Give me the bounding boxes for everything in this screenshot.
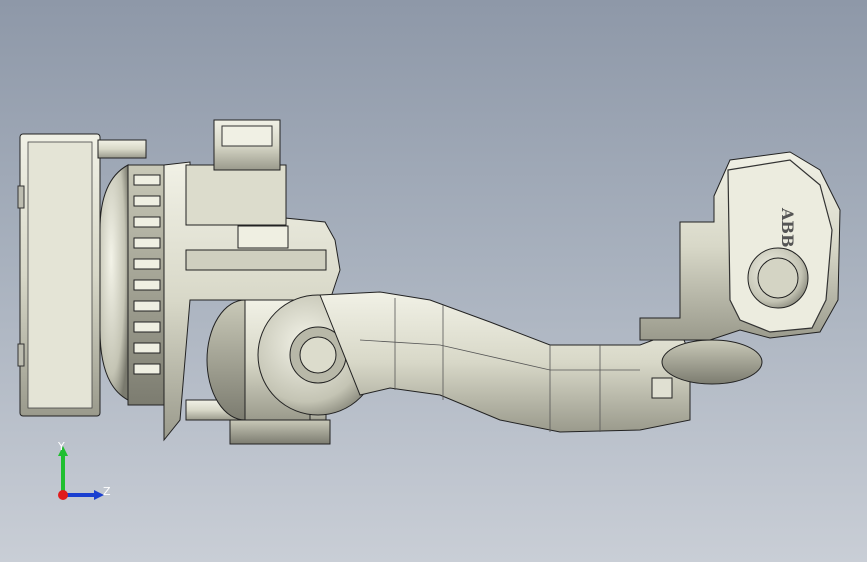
x-axis-origin [58, 490, 68, 500]
y-axis-label: Y [58, 440, 65, 453]
upper-arm[interactable] [319, 291, 691, 433]
robot-arm-model[interactable]: ABB [0, 0, 867, 562]
z-axis-label: Z [103, 485, 111, 498]
base-rotary-ring[interactable] [99, 164, 165, 406]
cad-graphics-viewport[interactable]: ABB Y Z [0, 0, 867, 562]
coordinate-triad: Y Z [48, 440, 128, 510]
brand-label: ABB [778, 207, 797, 247]
